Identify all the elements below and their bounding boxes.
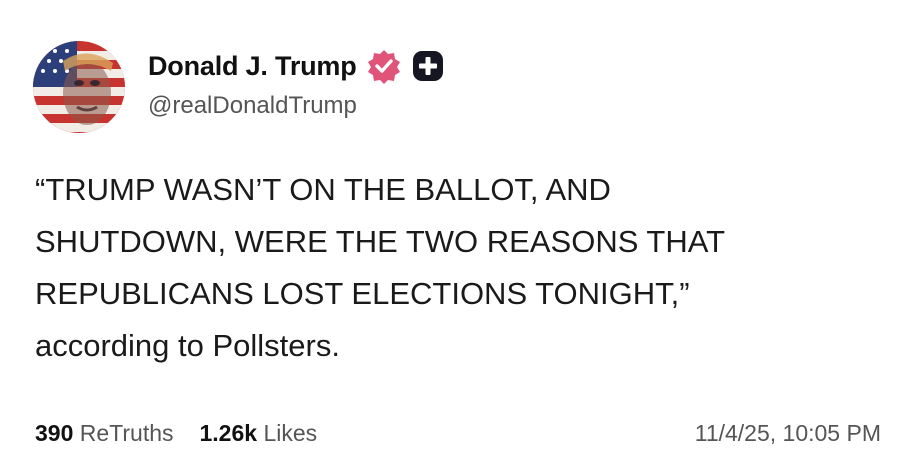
verified-badge-icon	[366, 48, 402, 84]
post-body: “TRUMP WASN’T ON THE BALLOT, AND SHUTDOW…	[35, 164, 895, 372]
post-timestamp[interactable]: 11/4/25, 10:05 PM	[695, 420, 881, 447]
likes-count: 1.26k	[199, 419, 264, 446]
retruths-count: 390	[35, 419, 80, 446]
retruths-label: ReTruths	[79, 419, 174, 446]
likes-label: Likes	[263, 419, 318, 446]
author-handle[interactable]: @realDonaldTrump	[148, 92, 357, 120]
post-line: “TRUMP WASN’T ON THE BALLOT, AND	[35, 172, 611, 207]
post-line: SHUTDOWN, WERE THE TWO REASONS THAT	[35, 224, 726, 259]
avatar[interactable]	[33, 41, 125, 133]
likes-stat[interactable]: 1.26k Likes	[200, 420, 318, 447]
post-footer: 390 ReTruths 1.26k Likes 11/4/25, 10:05 …	[35, 416, 881, 450]
retruths-stat[interactable]: 390 ReTruths	[35, 420, 174, 447]
post-line: REPUBLICANS LOST ELECTIONS TONIGHT,”	[35, 276, 690, 311]
author-name-row: Donald J. Trump	[148, 47, 445, 85]
author-display-name[interactable]: Donald J. Trump	[148, 51, 357, 82]
avatar-image	[33, 41, 125, 133]
plus-badge-icon	[411, 49, 445, 83]
post-line: according to Pollsters.	[35, 328, 340, 363]
